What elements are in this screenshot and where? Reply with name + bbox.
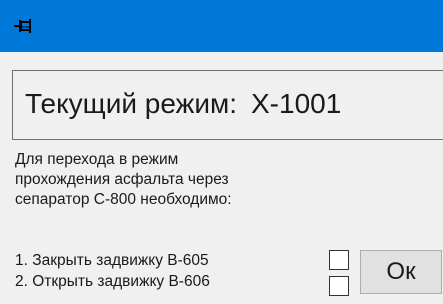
step-open-valve-label: 2. Открыть задвижку В-606 [15,273,210,290]
step-close-valve-checkbox[interactable] [329,250,349,270]
instruction-line: сепаратор С-800 необходимо: [15,191,232,208]
current-mode-text: Текущий режим: X-1001 [25,88,341,120]
step-open-valve-checkbox[interactable] [329,276,349,296]
current-mode-label: Текущий режим: [25,88,237,119]
instruction-text: Для перехода в режим прохождения асфальт… [15,150,355,210]
instruction-line: прохождения асфальта через [15,171,229,188]
dialog-window: Текущий режим: X-1001 Для перехода в режи… [0,0,443,304]
step-close-valve-label: 1. Закрыть задвижку В-605 [15,252,209,269]
ok-button[interactable]: Ок [360,250,442,294]
current-mode-value: X-1001 [251,88,342,119]
instruction-line: Для перехода в режим [15,151,179,168]
current-mode-box: Текущий режим: X-1001 [12,70,443,140]
title-bar[interactable] [0,0,443,52]
pin-icon[interactable] [14,18,36,34]
